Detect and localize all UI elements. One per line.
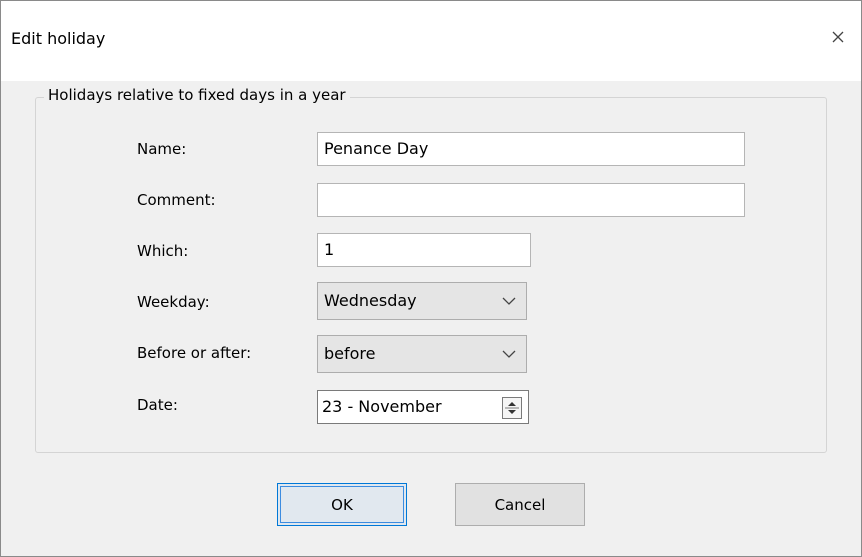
close-icon [832,31,844,43]
which-input[interactable]: 1 [317,233,531,267]
date-label: Date: [137,396,178,414]
edit-holiday-dialog: Edit holiday Holidays relative to fixed … [0,0,862,557]
name-input[interactable]: Penance Day [317,132,745,166]
name-label: Name: [137,140,187,158]
comment-label: Comment: [137,191,216,209]
spin-arrows-icon[interactable] [502,397,522,419]
weekday-value: Wednesday [324,291,417,310]
group-legend: Holidays relative to fixed days in a yea… [44,86,350,104]
cancel-button[interactable]: Cancel [455,483,585,526]
chevron-down-icon [502,297,516,305]
weekday-label: Weekday: [137,293,210,311]
comment-input[interactable] [317,183,745,217]
which-label: Which: [137,242,189,260]
close-button[interactable] [815,15,861,59]
before-after-select[interactable]: before [317,335,527,373]
holiday-groupbox: Holidays relative to fixed days in a yea… [35,86,827,453]
dialog-title: Edit holiday [11,29,106,48]
date-value: 23 - November [322,397,442,416]
chevron-down-icon [502,350,516,358]
before-after-label: Before or after: [137,344,252,362]
date-spinner[interactable]: 23 - November [317,390,529,424]
title-bar: Edit holiday [1,1,861,81]
ok-button[interactable]: OK [277,483,407,526]
weekday-select[interactable]: Wednesday [317,282,527,320]
before-after-value: before [324,344,376,363]
